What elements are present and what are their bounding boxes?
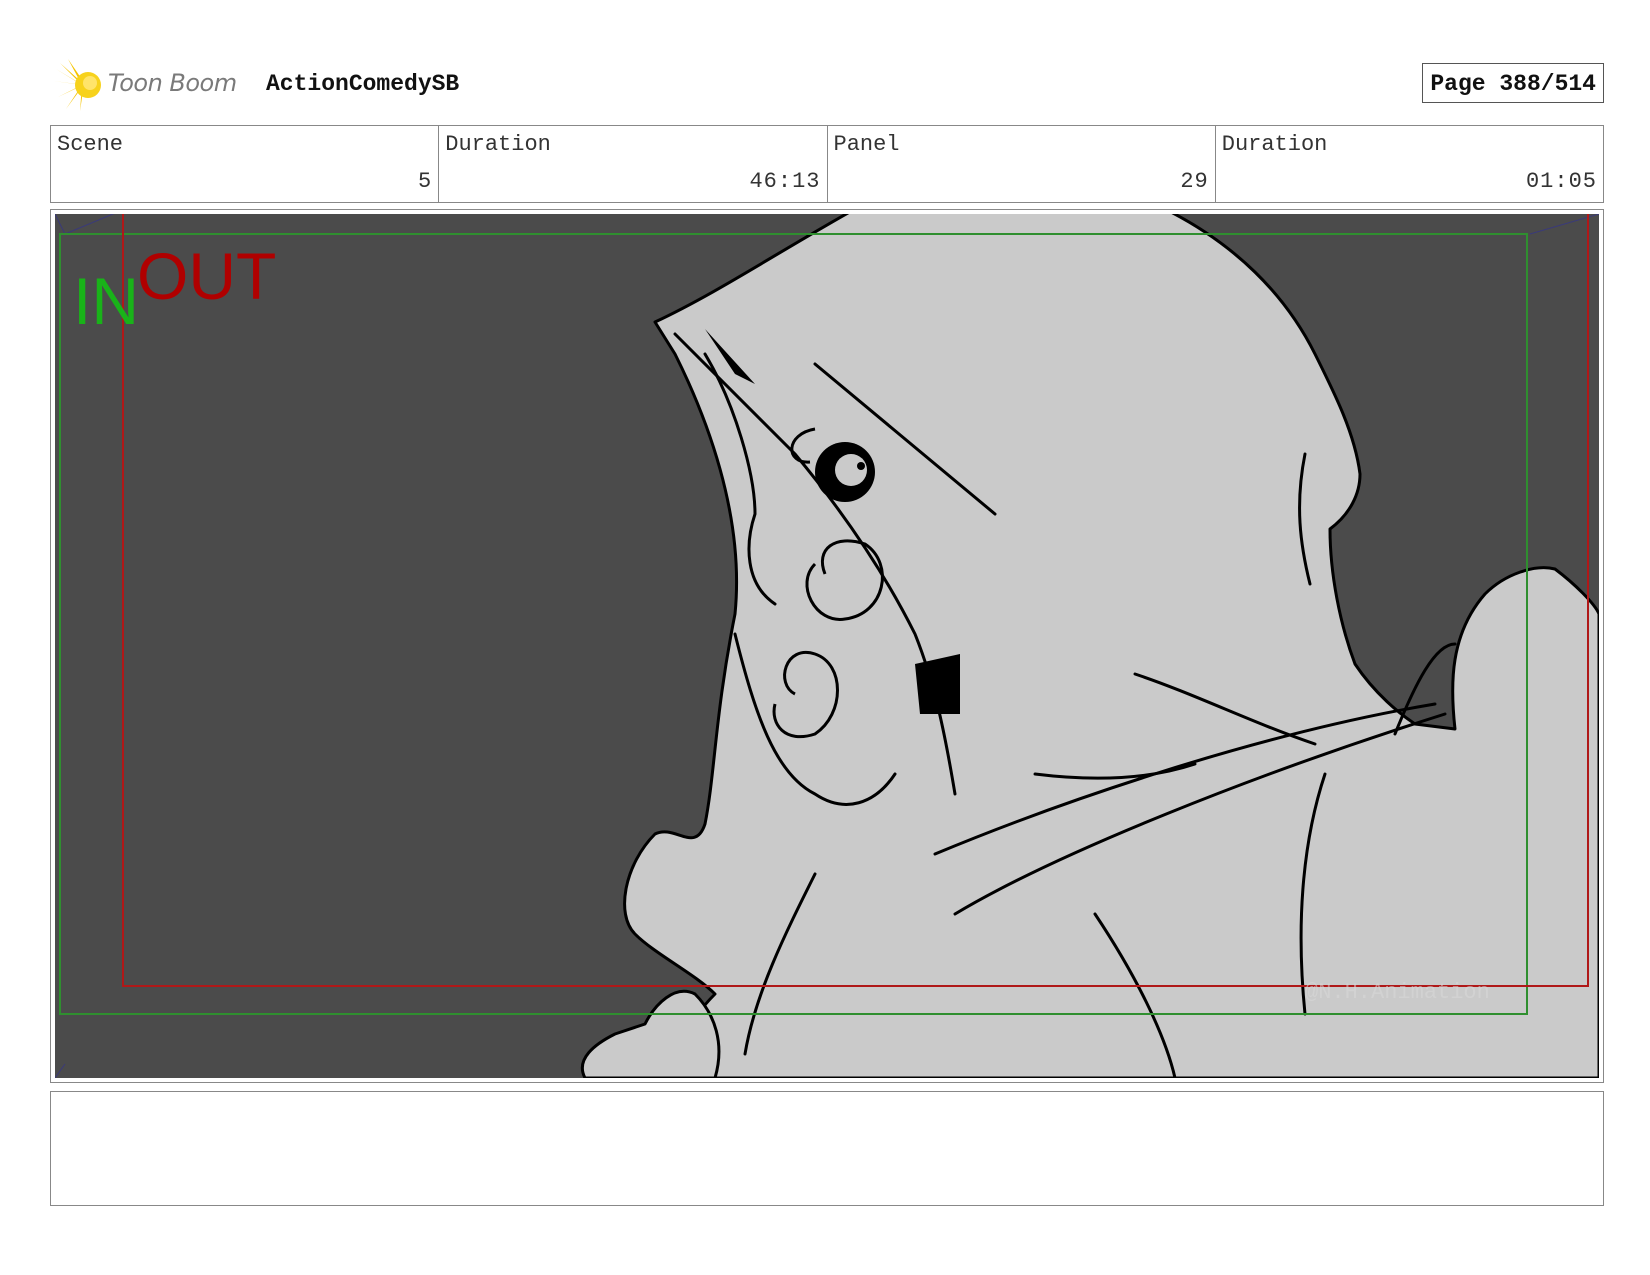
panel-cell: Panel 29 <box>828 126 1216 202</box>
scene-duration-value: 46:13 <box>749 169 821 194</box>
watermark-text: @N.H.Animation <box>1305 980 1490 1005</box>
hood-shape <box>623 214 1599 1078</box>
scene-duration-label: Duration <box>445 132 551 157</box>
hand-shape <box>580 989 721 1078</box>
scene-value: 5 <box>418 169 433 194</box>
panel-duration-label: Duration <box>1221 132 1328 157</box>
scene-label: Scene <box>57 132 124 157</box>
page-number-badge: Page 388/514 <box>1422 63 1604 103</box>
brand-name: Toon Boom <box>108 69 237 97</box>
storyboard-sketch: IN OUT @N.H.Animation <box>55 214 1599 1078</box>
panel-info-table: Scene 5 Duration 46:13 Panel 29 Duration… <box>50 125 1604 203</box>
panel-duration-cell: Duration 01:05 <box>1216 126 1603 202</box>
panel-value: 29 <box>1180 169 1209 194</box>
storyboard-panel: IN OUT @N.H.Animation <box>55 214 1599 1078</box>
in-frame-label: IN <box>73 264 139 338</box>
project-title: ActionComedySB <box>266 71 460 97</box>
panel-notes-box[interactable] <box>50 1091 1604 1206</box>
panel-duration-value: 01:05 <box>1525 169 1597 194</box>
page-header: Toon Boom ActionComedySB Page 388/514 <box>50 55 1604 115</box>
panel-label: Panel <box>833 132 900 157</box>
scene-cell: Scene 5 <box>51 126 440 202</box>
scene-duration-cell: Duration 46:13 <box>439 126 828 202</box>
toon-boom-logo-icon <box>54 59 101 111</box>
out-frame-label: OUT <box>137 239 276 313</box>
